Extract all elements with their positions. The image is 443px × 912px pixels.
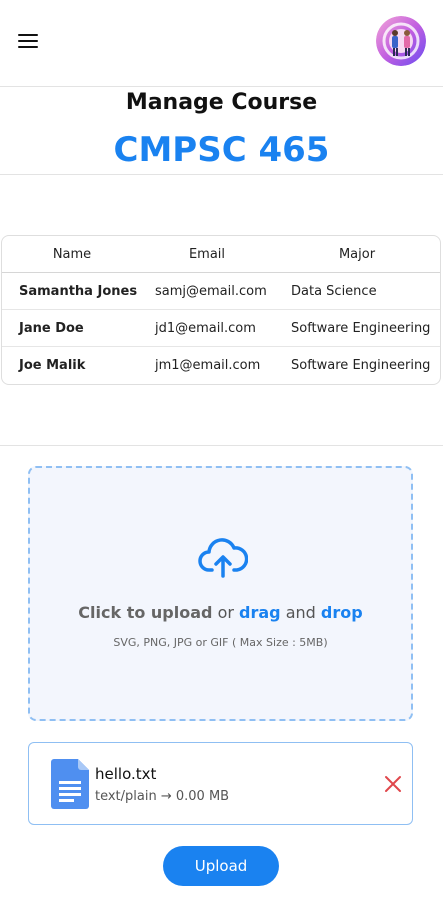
top-bar	[0, 0, 443, 87]
table-header-row: Name Email Major	[2, 236, 440, 273]
student-email: jd1@email.com	[155, 321, 256, 336]
close-icon[interactable]	[384, 775, 402, 793]
divider	[0, 174, 443, 175]
dropzone-hint: SVG, PNG, JPG or GIF ( Max Size : 5MB)	[113, 636, 328, 649]
student-name: Samantha Jones	[19, 284, 138, 299]
students-table: Name Email Major Samantha Jones samj@ema…	[1, 235, 441, 385]
student-major: Software Engineering	[291, 321, 431, 336]
file-name: hello.txt	[95, 765, 157, 783]
table-row[interactable]: Jane Doe jd1@email.com Software Engineer…	[2, 310, 440, 347]
column-header-name[interactable]: Name	[12, 236, 132, 273]
click-to-upload-text: Click to upload	[78, 603, 213, 622]
page-title: Manage Course	[125, 90, 318, 115]
student-major: Data Science	[291, 284, 377, 299]
student-major: Software Engineering	[291, 358, 431, 373]
student-email: samj@email.com	[155, 284, 267, 299]
file-meta: text/plain → 0.00 MB	[95, 789, 230, 804]
dropzone-instructions: Click to upload or drag and drop	[78, 603, 363, 622]
document-file-icon	[51, 759, 89, 809]
hamburger-menu-icon[interactable]	[18, 34, 38, 48]
cloud-upload-icon	[198, 538, 248, 578]
student-name: Jane Doe	[19, 321, 84, 336]
file-dropzone[interactable]: Click to upload or drag and drop SVG, PN…	[28, 466, 413, 721]
column-header-major[interactable]: Major	[292, 236, 422, 273]
table-row[interactable]: Joe Malik jm1@email.com Software Enginee…	[2, 347, 440, 384]
table-row[interactable]: Samantha Jones samj@email.com Data Scien…	[2, 273, 440, 310]
student-email: jm1@email.com	[155, 358, 261, 373]
upload-button[interactable]: Upload	[163, 846, 279, 886]
course-code: CMPSC 465	[113, 130, 330, 170]
column-header-email[interactable]: Email	[142, 236, 272, 273]
uploaded-file-card: hello.txt text/plain → 0.00 MB	[28, 742, 413, 825]
divider	[0, 445, 443, 446]
student-name: Joe Malik	[19, 358, 86, 373]
avatar[interactable]	[376, 16, 426, 66]
